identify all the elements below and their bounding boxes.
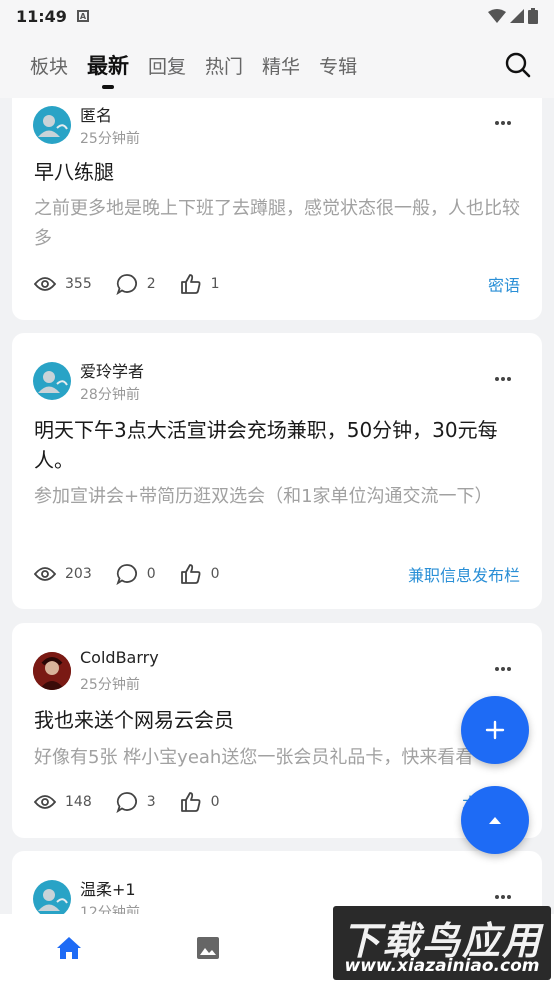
post-stats: 203 0 0 — [34, 562, 244, 586]
comments-count: 2 — [146, 276, 156, 292]
status-icons — [488, 8, 538, 24]
post-author[interactable]: 爱玲学者 — [80, 358, 144, 382]
post-stats: 148 3 0 — [34, 790, 244, 814]
thumbs-up-icon — [180, 792, 201, 812]
eye-icon — [34, 567, 56, 581]
likes-count: 0 — [210, 794, 220, 810]
app-notification-icon: A — [76, 10, 89, 22]
post-author[interactable]: ColdBarry — [80, 648, 159, 667]
post-author[interactable]: 温柔+1 — [80, 876, 136, 900]
views-count: 355 — [65, 276, 92, 292]
add-post-button[interactable] — [461, 696, 529, 764]
top-tab-bar: 板块 最新 回复 热门 精华 专辑 — [0, 32, 554, 98]
watermark-url: www.xiazainiao.com — [344, 956, 540, 976]
views-stat: 203 — [34, 566, 92, 582]
post-stats: 355 2 1 — [34, 272, 244, 296]
post-title[interactable]: 明天下午3点大活宣讲会充场兼职，50分钟，30元每人。 — [34, 415, 526, 475]
more-options-icon[interactable] — [494, 894, 512, 900]
post-card[interactable]: 温柔+1 12分钟前 — [12, 851, 542, 914]
thumbs-up-icon — [180, 274, 201, 294]
default-avatar-icon — [38, 889, 68, 911]
likes-count: 1 — [210, 276, 220, 292]
post-time: 25分钟前 — [80, 131, 140, 147]
thumbs-up-icon — [180, 564, 201, 584]
likes-stat[interactable]: 1 — [180, 273, 220, 295]
more-options-icon[interactable] — [494, 120, 512, 126]
comments-stat[interactable]: 3 — [116, 791, 156, 813]
avatar[interactable] — [33, 362, 71, 400]
likes-count: 0 — [210, 566, 220, 582]
home-icon[interactable] — [56, 935, 82, 961]
user-avatar-icon — [33, 652, 71, 690]
watermark: 下载鸟应用 www.xiazainiao.com — [333, 906, 551, 980]
post-excerpt[interactable]: 参加宣讲会+带简历逛双选会（和1家单位沟通交流一下） — [34, 482, 524, 512]
eye-icon — [34, 277, 56, 291]
post-title[interactable]: 早八练腿 — [34, 157, 526, 187]
eye-icon — [34, 795, 56, 809]
views-stat: 148 — [34, 794, 92, 810]
avatar[interactable] — [33, 106, 71, 144]
tab-sections[interactable]: 板块 — [30, 52, 68, 79]
post-time: 28分钟前 — [80, 387, 140, 403]
likes-stat[interactable]: 0 — [180, 791, 220, 813]
search-icon[interactable] — [504, 51, 532, 79]
comment-icon — [116, 564, 137, 585]
post-card[interactable]: 匿名 25分钟前 早八练腿 之前更多地是晚上下班了去蹲腿，感觉状态很一般，人也比… — [12, 98, 542, 320]
post-feed[interactable]: 匿名 25分钟前 早八练腿 之前更多地是晚上下班了去蹲腿，感觉状态很一般，人也比… — [0, 98, 554, 914]
comments-stat[interactable]: 0 — [116, 563, 156, 585]
comments-count: 3 — [146, 794, 156, 810]
post-time: 12分钟前 — [80, 905, 140, 914]
arrow-up-icon — [489, 817, 501, 824]
avatar[interactable] — [33, 880, 71, 914]
tab-latest[interactable]: 最新 — [87, 50, 129, 80]
status-bar: 11:49 A — [0, 0, 554, 32]
default-avatar-icon — [38, 115, 68, 137]
tab-hot[interactable]: 热门 — [205, 52, 243, 79]
post-excerpt[interactable]: 之前更多地是晚上下班了去蹲腿，感觉状态很一般，人也比较多 — [34, 194, 524, 254]
plus-icon — [485, 720, 505, 740]
comment-icon — [116, 274, 137, 295]
avatar[interactable] — [33, 652, 71, 690]
post-category-tag[interactable]: 兼职信息发布栏 — [408, 562, 520, 586]
scroll-to-top-button[interactable] — [461, 786, 529, 854]
signal-icon — [510, 9, 524, 23]
views-stat: 355 — [34, 276, 92, 292]
more-options-icon[interactable] — [494, 376, 512, 382]
wifi-icon — [488, 9, 506, 23]
views-count: 203 — [65, 566, 92, 582]
post-title[interactable]: 我也来送个网易云会员 — [34, 705, 526, 735]
post-card[interactable]: 爱玲学者 28分钟前 明天下午3点大活宣讲会充场兼职，50分钟，30元每人。 参… — [12, 333, 542, 609]
likes-stat[interactable]: 0 — [180, 563, 220, 585]
image-icon[interactable] — [196, 936, 220, 960]
battery-icon — [528, 8, 538, 24]
post-author[interactable]: 匿名 — [80, 102, 112, 126]
tab-albums[interactable]: 专辑 — [319, 52, 357, 79]
post-excerpt[interactable]: 好像有5张 桦小宝yeah送您一张会员礼品卡，快来看看 — [34, 743, 524, 773]
post-category-tag[interactable]: 密语 — [488, 272, 520, 296]
status-time: 11:49 — [16, 6, 67, 26]
post-time: 25分钟前 — [80, 677, 140, 693]
tab-featured[interactable]: 精华 — [262, 52, 300, 79]
more-options-icon[interactable] — [494, 666, 512, 672]
tab-replies[interactable]: 回复 — [148, 52, 186, 79]
comments-stat[interactable]: 2 — [116, 273, 156, 295]
comments-count: 0 — [146, 566, 156, 582]
default-avatar-icon — [38, 371, 68, 393]
views-count: 148 — [65, 794, 92, 810]
comment-icon — [116, 792, 137, 813]
